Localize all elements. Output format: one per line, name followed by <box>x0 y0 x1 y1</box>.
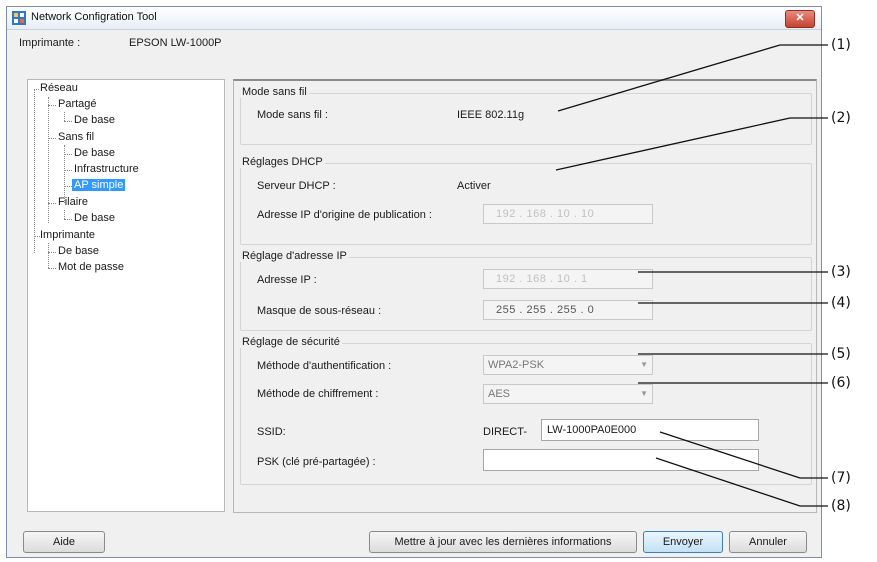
callout-4: (4) <box>831 295 851 311</box>
callout-3: (3) <box>831 264 851 280</box>
callout-5: (5) <box>831 346 851 362</box>
callout-1: (1) <box>831 37 851 53</box>
callout-line-7 <box>659 431 801 479</box>
callout-6: (6) <box>831 375 851 391</box>
callout-2: (2) <box>831 110 851 126</box>
callout-7: (7) <box>831 470 851 486</box>
callout-line-8 <box>655 457 801 507</box>
callout-8: (8) <box>831 498 851 514</box>
callout-lines <box>555 44 828 507</box>
callout-line-1 <box>557 44 781 112</box>
callout-line-2 <box>555 117 791 171</box>
